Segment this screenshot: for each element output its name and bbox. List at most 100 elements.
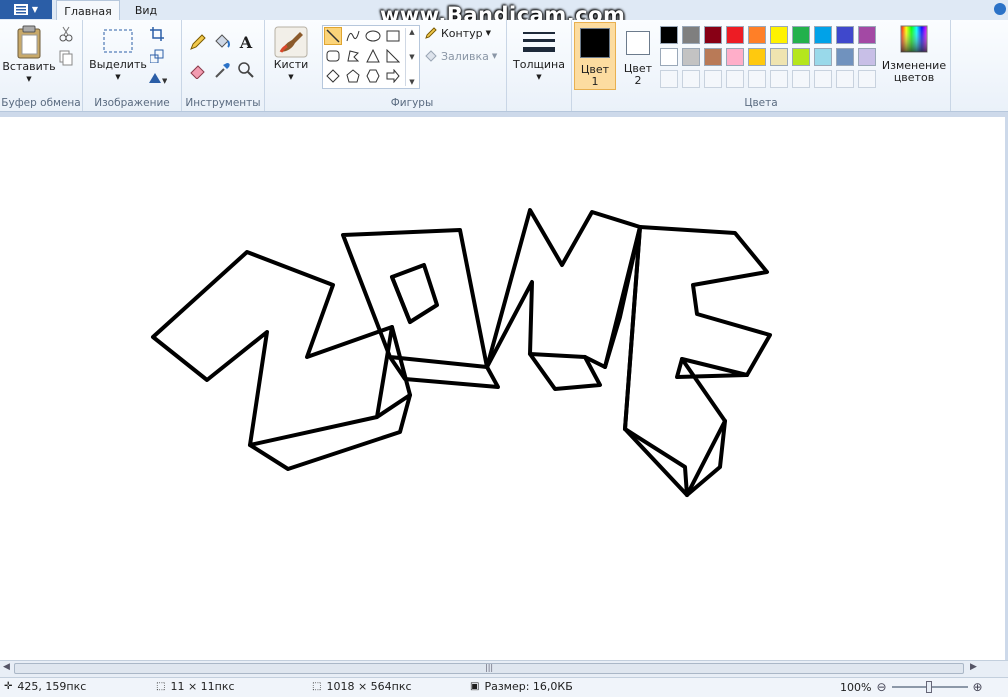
palette-swatch[interactable]: [770, 26, 788, 44]
zoom-out-icon[interactable]: ⊖: [876, 680, 886, 694]
disk-icon: ▣: [470, 681, 480, 692]
right-triangle-shape-icon[interactable]: [384, 47, 402, 65]
palette-swatch[interactable]: [814, 48, 832, 66]
color2-button[interactable]: Цвет 2: [620, 22, 656, 90]
group-colors: Цвет 1 Цвет 2 Изменение цветов Цвета: [572, 20, 951, 111]
scroll-left-icon[interactable]: ◀: [3, 662, 10, 672]
outline-dropdown[interactable]: Контур ▼: [424, 26, 491, 40]
graffiti-drawing: [151, 208, 772, 497]
pencil-icon[interactable]: [188, 32, 208, 52]
file-size: ▣ Размер: 16,0КБ: [470, 680, 573, 693]
palette-swatch[interactable]: [836, 48, 854, 66]
palette-swatch[interactable]: [748, 70, 766, 88]
zoom-control: 100% ⊖ ⊕: [840, 680, 983, 694]
menu-icon: [13, 4, 28, 15]
palette-swatch[interactable]: [814, 70, 832, 88]
group-image: Выделить ▼ ▼ Изображение: [83, 20, 182, 111]
chevron-down-icon[interactable]: ▼: [409, 53, 414, 61]
palette-swatch[interactable]: [660, 70, 678, 88]
arrow-shape-icon[interactable]: [384, 67, 402, 85]
pentagon-shape-icon[interactable]: [344, 67, 362, 85]
copy-icon[interactable]: [56, 48, 76, 68]
edit-colors-button[interactable]: Изменение цветов: [878, 24, 950, 84]
triangle-shape-icon[interactable]: [364, 47, 382, 65]
shapes-gallery: ▲ ▼ ▼: [322, 25, 420, 89]
fill-bucket-icon: [425, 50, 437, 62]
file-menu-button[interactable]: ▼: [0, 0, 52, 19]
zoom-in-icon[interactable]: ⊕: [973, 680, 983, 694]
rotate-icon[interactable]: ▼: [147, 68, 167, 88]
scroll-right-icon[interactable]: ▶: [970, 662, 977, 672]
palette-swatch[interactable]: [858, 26, 876, 44]
curve-shape-icon[interactable]: [344, 27, 362, 45]
zoom-slider[interactable]: [891, 681, 968, 693]
paste-button[interactable]: Вставить ▼: [2, 24, 56, 86]
selection-rectangle-icon: [103, 29, 133, 53]
resize-icon[interactable]: [147, 46, 167, 66]
tab-home[interactable]: Главная: [56, 0, 120, 22]
chevron-down-icon: ▼: [536, 73, 542, 81]
fill-dropdown[interactable]: Заливка ▼: [424, 49, 497, 63]
fill-bucket-icon[interactable]: [212, 32, 232, 52]
palette-swatch[interactable]: [726, 26, 744, 44]
palette-swatch[interactable]: [704, 48, 722, 66]
file-size-value: Размер: 16,0КБ: [484, 680, 573, 693]
palette-swatch[interactable]: [792, 70, 810, 88]
group-size: Толщина ▼: [507, 20, 572, 111]
palette-swatch[interactable]: [682, 26, 700, 44]
rounded-rectangle-shape-icon[interactable]: [324, 47, 342, 65]
palette-swatch[interactable]: [770, 70, 788, 88]
cut-icon[interactable]: [56, 24, 76, 44]
crop-icon[interactable]: [147, 24, 167, 44]
expand-icon[interactable]: ▼: [409, 78, 414, 86]
select-button[interactable]: Выделить ▼: [87, 24, 149, 84]
zoom-slider-thumb[interactable]: [925, 681, 932, 693]
drawing-canvas[interactable]: [0, 117, 1005, 660]
palette-swatch[interactable]: [704, 70, 722, 88]
help-icon[interactable]: [994, 3, 1006, 15]
color1-label-line2: 1: [591, 75, 599, 88]
tools-group-label: Инструменты: [185, 97, 261, 109]
scrollbar-thumb[interactable]: |||: [14, 663, 964, 674]
color-picker-icon[interactable]: [212, 60, 232, 80]
shapes-scroll[interactable]: ▲ ▼ ▼: [405, 28, 418, 86]
palette-swatch[interactable]: [770, 48, 788, 66]
selection-size: ⬚ 11 × 11пкс: [156, 680, 235, 693]
palette-swatch[interactable]: [836, 26, 854, 44]
eraser-icon[interactable]: [188, 60, 208, 80]
tab-view[interactable]: Вид: [124, 0, 168, 20]
palette-swatch[interactable]: [858, 48, 876, 66]
group-brushes: Кисти ▼: [265, 20, 317, 111]
polygon-shape-icon[interactable]: [344, 47, 362, 65]
hexagon-shape-icon[interactable]: [364, 67, 382, 85]
chevron-down-icon: ▼: [288, 73, 294, 81]
palette-swatch[interactable]: [792, 48, 810, 66]
palette-swatch[interactable]: [814, 26, 832, 44]
size-button[interactable]: Толщина ▼: [511, 28, 567, 84]
palette-swatch[interactable]: [748, 26, 766, 44]
rectangle-shape-icon[interactable]: [384, 27, 402, 45]
line-shape-icon[interactable]: [324, 27, 342, 45]
zoom-value: 100%: [840, 680, 872, 694]
canvas-area: [0, 112, 1008, 660]
oval-shape-icon[interactable]: [364, 27, 382, 45]
magnifier-icon[interactable]: [236, 60, 256, 80]
palette-swatch[interactable]: [704, 26, 722, 44]
palette-swatch[interactable]: [660, 26, 678, 44]
brushes-label: Кисти: [273, 58, 309, 71]
palette-swatch[interactable]: [748, 48, 766, 66]
brushes-button[interactable]: Кисти ▼: [269, 26, 313, 84]
palette-swatch[interactable]: [836, 70, 854, 88]
palette-swatch[interactable]: [726, 70, 744, 88]
horizontal-scrollbar[interactable]: ◀ ||| ▶: [0, 660, 1008, 677]
color1-button[interactable]: Цвет 1: [574, 22, 616, 90]
diamond-shape-icon[interactable]: [324, 67, 342, 85]
text-tool-icon[interactable]: A: [236, 32, 256, 52]
chevron-up-icon[interactable]: ▲: [409, 28, 414, 36]
palette-swatch[interactable]: [682, 48, 700, 66]
palette-swatch[interactable]: [682, 70, 700, 88]
palette-swatch[interactable]: [726, 48, 744, 66]
palette-swatch[interactable]: [792, 26, 810, 44]
palette-swatch[interactable]: [858, 70, 876, 88]
palette-swatch[interactable]: [660, 48, 678, 66]
